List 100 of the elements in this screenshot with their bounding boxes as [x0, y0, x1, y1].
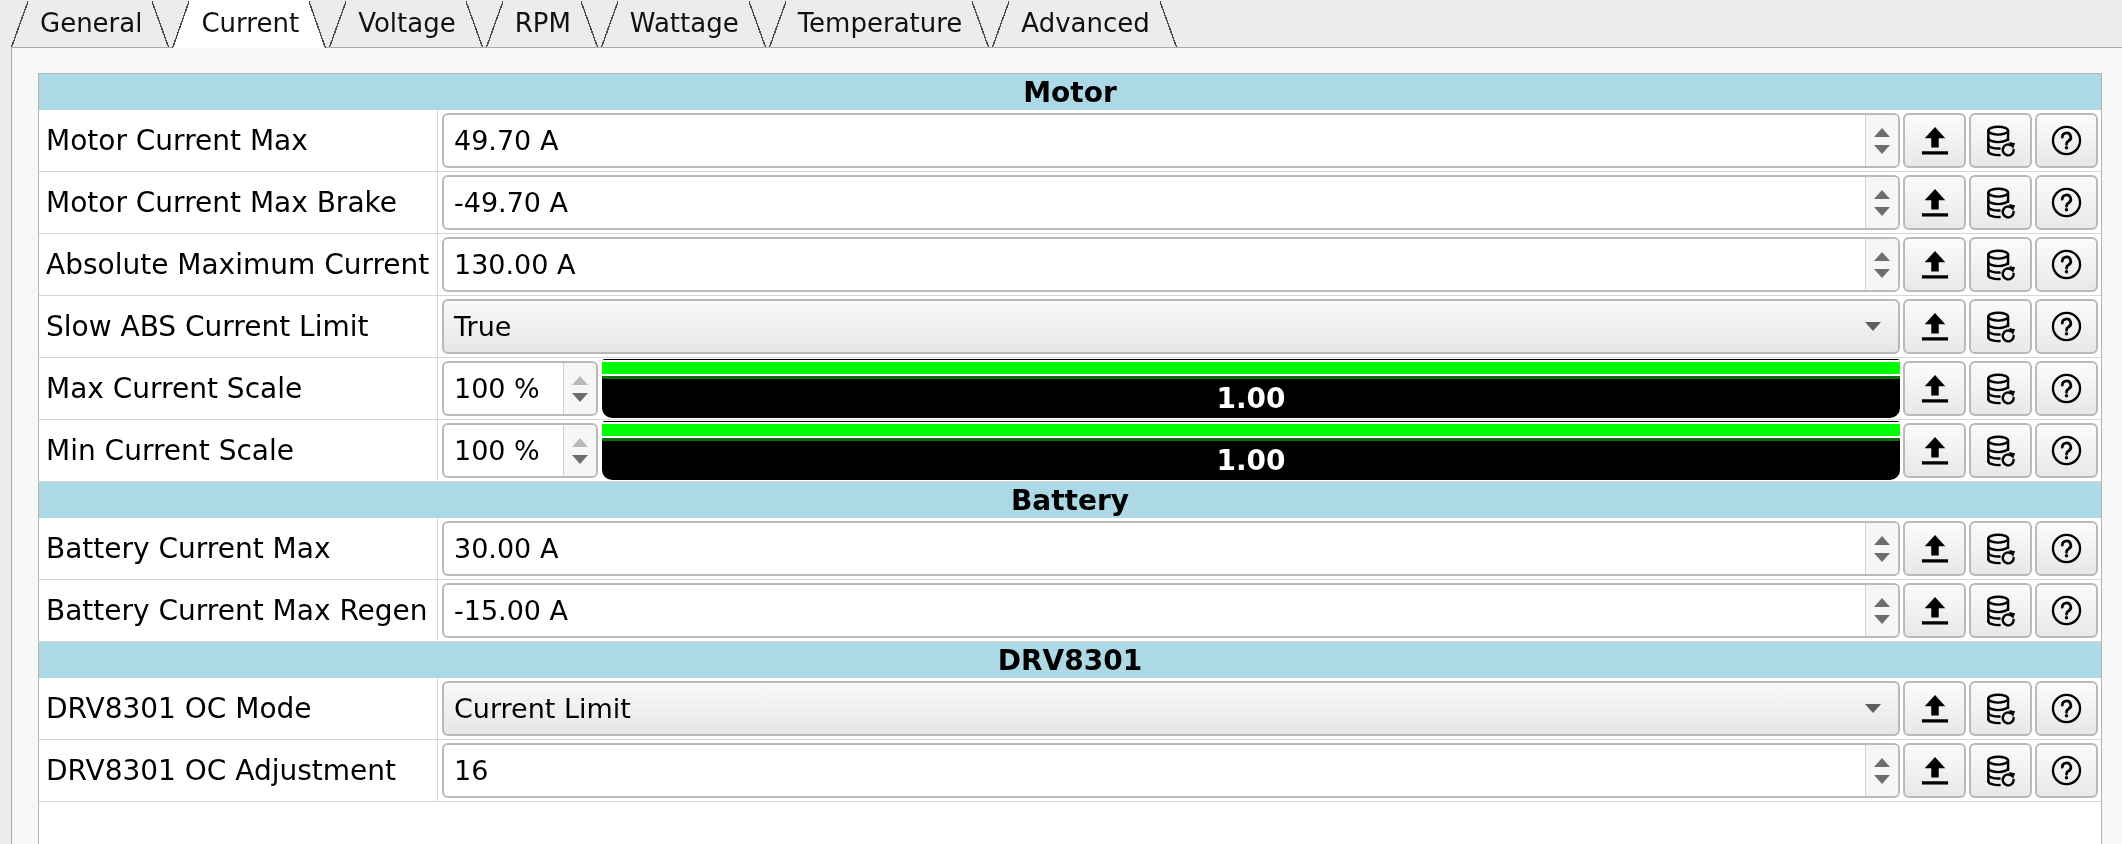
section-title: Motor	[1023, 75, 1117, 109]
help-button[interactable]	[2035, 299, 2098, 354]
help-icon	[2051, 693, 2082, 724]
setting-label: Absolute Maximum Current	[46, 248, 430, 281]
database-refresh-icon	[1985, 754, 2016, 787]
help-icon	[2051, 125, 2082, 156]
help-icon	[2051, 249, 2082, 280]
down-arrow-icon[interactable]	[1874, 268, 1890, 278]
help-button[interactable]	[2035, 681, 2098, 736]
database-button[interactable]	[1969, 361, 2032, 416]
up-arrow-icon[interactable]	[1874, 127, 1890, 137]
help-button[interactable]	[2035, 743, 2098, 798]
database-refresh-icon	[1985, 310, 2016, 343]
help-button[interactable]	[2035, 521, 2098, 576]
upload-icon	[1920, 755, 1949, 786]
upload-button[interactable]	[1903, 423, 1966, 478]
database-button[interactable]	[1969, 583, 2032, 638]
down-arrow-icon[interactable]	[1874, 614, 1890, 624]
upload-button[interactable]	[1903, 521, 1966, 576]
help-button[interactable]	[2035, 423, 2098, 478]
database-refresh-icon	[1985, 532, 2016, 565]
setting-label: DRV8301 OC Mode	[46, 692, 312, 725]
help-icon	[2051, 187, 2082, 218]
database-refresh-icon	[1985, 124, 2016, 157]
database-refresh-icon	[1985, 248, 2016, 281]
tab[interactable]: Voltage	[329, 0, 483, 47]
down-arrow-icon[interactable]	[572, 454, 588, 464]
setting-label: Battery Current Max Regen	[46, 594, 428, 627]
help-icon	[2051, 435, 2082, 466]
upload-button[interactable]	[1903, 681, 1966, 736]
database-refresh-icon	[1985, 372, 2016, 405]
upload-icon	[1920, 125, 1949, 156]
tab[interactable]: Current	[172, 0, 327, 48]
progress-value: 1.00	[1216, 382, 1286, 415]
help-button[interactable]	[2035, 175, 2098, 230]
down-arrow-icon[interactable]	[1874, 206, 1890, 216]
dropdown[interactable]: True	[442, 299, 1900, 354]
number-field[interactable]: 100 %	[442, 361, 598, 416]
upload-button[interactable]	[1903, 743, 1966, 798]
number-field[interactable]: 100 %	[442, 423, 598, 478]
help-icon	[2051, 373, 2082, 404]
number-field[interactable]: -15.00 A	[442, 583, 1900, 638]
tab[interactable]: General	[11, 0, 170, 47]
setting-label: Slow ABS Current Limit	[46, 310, 369, 343]
dropdown-arrow-icon	[1865, 704, 1881, 713]
help-button[interactable]	[2035, 583, 2098, 638]
upload-button[interactable]	[1903, 299, 1966, 354]
help-icon	[2051, 755, 2082, 786]
number-field[interactable]: 130.00 A	[442, 237, 1900, 292]
tab[interactable]: Temperature	[768, 0, 990, 47]
upload-button[interactable]	[1903, 175, 1966, 230]
setting-label: DRV8301 OC Adjustment	[46, 754, 397, 787]
upload-icon	[1920, 249, 1949, 280]
progress-value: 1.00	[1216, 444, 1286, 477]
up-arrow-icon[interactable]	[1874, 757, 1890, 767]
number-field[interactable]: -49.70 A	[442, 175, 1900, 230]
upload-icon	[1920, 187, 1949, 218]
upload-button[interactable]	[1903, 237, 1966, 292]
upload-icon	[1920, 373, 1949, 404]
upload-icon	[1920, 311, 1949, 342]
dropdown[interactable]: Current Limit	[442, 681, 1900, 736]
setting-label: Motor Current Max	[46, 124, 308, 157]
help-button[interactable]	[2035, 237, 2098, 292]
upload-icon	[1920, 435, 1949, 466]
upload-button[interactable]	[1903, 113, 1966, 168]
up-arrow-icon[interactable]	[1874, 189, 1890, 199]
help-button[interactable]	[2035, 113, 2098, 168]
upload-button[interactable]	[1903, 583, 1966, 638]
upload-icon	[1920, 533, 1949, 564]
database-button[interactable]	[1969, 743, 2032, 798]
setting-label: Motor Current Max Brake	[46, 186, 397, 219]
down-arrow-icon[interactable]	[1874, 774, 1890, 784]
upload-icon	[1920, 595, 1949, 626]
down-arrow-icon[interactable]	[1874, 552, 1890, 562]
down-arrow-icon[interactable]	[572, 392, 588, 402]
database-button[interactable]	[1969, 521, 2032, 576]
setting-label: Battery Current Max	[46, 532, 331, 565]
database-button[interactable]	[1969, 681, 2032, 736]
up-arrow-icon[interactable]	[1874, 597, 1890, 607]
number-field[interactable]: 49.70 A	[442, 113, 1900, 168]
database-button[interactable]	[1969, 113, 2032, 168]
tab[interactable]: Advanced	[992, 0, 1177, 47]
help-icon	[2051, 595, 2082, 626]
database-button[interactable]	[1969, 423, 2032, 478]
tab[interactable]: Wattage	[600, 0, 766, 47]
upload-button[interactable]	[1903, 361, 1966, 416]
down-arrow-icon[interactable]	[1874, 144, 1890, 154]
number-field[interactable]: 30.00 A	[442, 521, 1900, 576]
tab[interactable]: RPM	[485, 0, 598, 47]
up-arrow-icon[interactable]	[1874, 251, 1890, 261]
database-button[interactable]	[1969, 237, 2032, 292]
setting-label: Min Current Scale	[46, 434, 294, 467]
database-refresh-icon	[1985, 594, 2016, 627]
number-field[interactable]: 16	[442, 743, 1900, 798]
up-arrow-icon[interactable]	[1874, 535, 1890, 545]
database-refresh-icon	[1985, 692, 2016, 725]
database-button[interactable]	[1969, 175, 2032, 230]
database-button[interactable]	[1969, 299, 2032, 354]
help-button[interactable]	[2035, 361, 2098, 416]
upload-icon	[1920, 693, 1949, 724]
